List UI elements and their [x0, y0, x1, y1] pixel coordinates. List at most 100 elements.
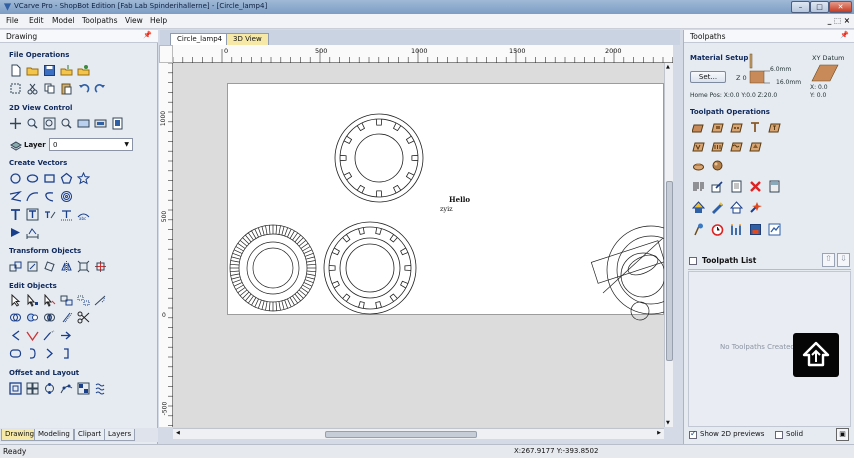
toolpath-list-checkbox[interactable]	[689, 257, 697, 265]
inlay-toolpath-icon[interactable]	[692, 140, 705, 153]
copy-along-vector-icon[interactable]	[60, 382, 73, 395]
draw-rectangle-icon[interactable]	[43, 172, 56, 185]
zoom-icon[interactable]	[60, 117, 73, 130]
draw-spiral-icon[interactable]	[60, 190, 73, 203]
paste-icon[interactable]	[60, 82, 73, 95]
job-setup-icon[interactable]	[9, 82, 22, 95]
tab-3d-view[interactable]: 3D View	[226, 33, 269, 45]
material-texture-icon[interactable]	[692, 223, 705, 236]
save-toolpath-icon[interactable]	[749, 223, 762, 236]
drawing-canvas[interactable]: Hello zyiz	[173, 63, 664, 427]
texture-toolpath-icon[interactable]	[730, 140, 743, 153]
simulate-icon[interactable]	[749, 201, 762, 214]
rotated-assembly[interactable]	[590, 225, 664, 321]
delete-toolpath-icon[interactable]	[749, 180, 762, 193]
scroll-right-icon[interactable]: ▶	[657, 430, 661, 436]
pin-icon[interactable]: 📌	[840, 31, 849, 39]
floating-home-button[interactable]	[793, 333, 839, 377]
view-options-icon[interactable]	[111, 117, 124, 130]
node-editing-icon[interactable]	[9, 226, 22, 239]
scroll-left-icon[interactable]: ◀	[176, 430, 180, 436]
tab-modeling[interactable]: Modeling	[34, 429, 74, 441]
material-set-button[interactable]: Set...	[690, 71, 726, 83]
vertical-scrollbar[interactable]: ▲ ▼	[664, 63, 673, 427]
draw-polygon-icon[interactable]	[60, 172, 73, 185]
redo-icon[interactable]	[94, 82, 107, 95]
tab-circle-lamp4[interactable]: Circle_lamp4	[170, 33, 230, 45]
zoom-extents-icon[interactable]	[43, 117, 56, 130]
draw-ellipse-icon[interactable]	[26, 172, 39, 185]
show-2d-previews-checkbox[interactable]: ✓	[689, 429, 697, 439]
canvas-text-zyiz[interactable]: zyiz	[440, 205, 453, 213]
nesting-icon[interactable]	[77, 382, 90, 395]
solid-checkbox[interactable]	[775, 431, 783, 439]
maximize-button[interactable]: □	[810, 1, 829, 13]
bracket-square-icon[interactable]	[60, 347, 73, 360]
ungroup-icon[interactable]	[77, 294, 90, 307]
menu-toolpaths[interactable]: Toolpaths	[82, 16, 118, 25]
join-vectors-icon[interactable]	[26, 329, 39, 342]
menu-edit[interactable]: Edit	[29, 16, 44, 25]
text-tool-icon[interactable]	[9, 208, 22, 221]
center-icon[interactable]	[94, 260, 107, 273]
extend-icon[interactable]	[43, 329, 56, 342]
text-fit-icon[interactable]	[60, 208, 73, 221]
scissors-icon[interactable]	[77, 311, 90, 324]
text-on-curve-icon[interactable]	[26, 208, 39, 221]
draw-circle-icon[interactable]	[9, 172, 22, 185]
timer-icon[interactable]	[711, 223, 724, 236]
auto-layout-text-icon[interactable]	[43, 208, 56, 221]
profile-toolpath-icon[interactable]	[692, 121, 705, 134]
intersect-icon[interactable]	[43, 311, 56, 324]
material-view-icon[interactable]	[94, 117, 107, 130]
import-bitmap-icon[interactable]	[77, 64, 90, 77]
set-size-icon[interactable]	[26, 260, 39, 273]
align-icon[interactable]	[77, 260, 90, 273]
rounded-rectangle-icon[interactable]	[9, 347, 22, 360]
close-button[interactable]: ✕	[829, 1, 852, 13]
horizontal-scrollbar[interactable]: ◀ ▶	[173, 428, 664, 439]
group-icon[interactable]	[60, 294, 73, 307]
mirror-icon[interactable]	[60, 260, 73, 273]
edit-toolpath-icon[interactable]	[711, 180, 724, 193]
select-icon[interactable]	[9, 294, 22, 307]
close-vectors-icon[interactable]	[60, 311, 73, 324]
tab-drawing[interactable]: Drawing	[1, 429, 39, 441]
merge-toolpaths-icon[interactable]	[730, 223, 743, 236]
reset-preview-icon[interactable]	[730, 201, 743, 214]
rotate-icon[interactable]	[43, 260, 56, 273]
gear-ring-toothed[interactable]	[229, 224, 317, 312]
weld-icon[interactable]	[9, 311, 22, 324]
3d-finishing-icon[interactable]	[711, 159, 724, 172]
mdi-window-controls[interactable]: _ ⬚ ×	[828, 16, 850, 25]
move-down-icon[interactable]: ⇩	[837, 253, 850, 267]
sheet-view-icon[interactable]	[77, 117, 90, 130]
draw-curve-icon[interactable]	[26, 190, 39, 203]
3d-roughing-icon[interactable]	[692, 159, 705, 172]
drilling-toolpath-icon[interactable]	[730, 121, 743, 134]
chevron-right-icon[interactable]	[43, 347, 56, 360]
node-select-icon[interactable]	[26, 294, 39, 307]
layer-dropdown[interactable]: 0 ▼	[49, 138, 133, 151]
preview-selected-icon[interactable]	[711, 201, 724, 214]
measure-icon[interactable]	[94, 294, 107, 307]
toolpath-summary-icon[interactable]	[768, 223, 781, 236]
draw-star-icon[interactable]	[77, 172, 90, 185]
open-folder-icon[interactable]	[26, 64, 39, 77]
bracket-close-icon[interactable]	[26, 347, 39, 360]
new-file-icon[interactable]	[9, 64, 22, 77]
circular-array-icon[interactable]	[43, 382, 56, 395]
zoom-box-icon[interactable]	[26, 117, 39, 130]
undo-icon[interactable]	[77, 82, 90, 95]
preview-all-icon[interactable]	[692, 201, 705, 214]
engraving-toolpath-icon[interactable]	[768, 121, 781, 134]
draw-arc-icon[interactable]	[43, 190, 56, 203]
pocket-toolpath-icon[interactable]	[711, 121, 724, 134]
copy-icon[interactable]	[43, 82, 56, 95]
array-copy-icon[interactable]	[26, 382, 39, 395]
menu-view[interactable]: View	[125, 16, 143, 25]
tool-database-icon[interactable]	[692, 180, 705, 193]
fillet-icon[interactable]	[9, 329, 22, 342]
calculator-icon[interactable]	[768, 180, 781, 193]
cut-icon[interactable]	[26, 82, 39, 95]
